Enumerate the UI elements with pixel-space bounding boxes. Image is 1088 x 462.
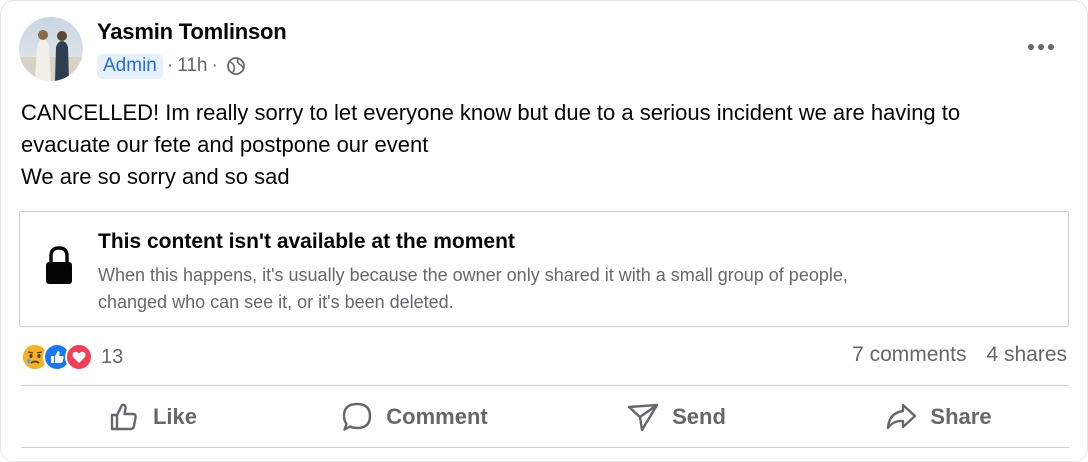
- author-name[interactable]: Yasmin Tomlinson: [97, 19, 287, 45]
- like-label: Like: [152, 404, 198, 429]
- divider: [21, 385, 1069, 386]
- shares-count-link[interactable]: 4 shares: [986, 343, 1067, 367]
- more-horizontal-icon: [1028, 44, 1054, 50]
- thumbs-up-icon: [110, 403, 137, 431]
- post-text-line: CANCELLED! Im really sorry to let everyo…: [21, 100, 961, 125]
- comments-count-link[interactable]: 7 comments: [852, 343, 966, 367]
- avatar[interactable]: [19, 17, 83, 81]
- like-button[interactable]: Like: [21, 387, 283, 447]
- globe-icon[interactable]: [226, 56, 246, 76]
- unavailable-content-box: This content isn't available at the mome…: [19, 211, 1069, 327]
- share-arrow-icon: [887, 403, 917, 430]
- comment-bubble-icon: [343, 402, 372, 431]
- meta-separator: ·: [166, 55, 174, 76]
- share-label: Share: [930, 404, 992, 429]
- engagement-counts: 7 comments 4 shares: [852, 343, 1067, 367]
- post-text-line: We are so sorry and so sad: [21, 164, 290, 189]
- post-text: CANCELLED! Im really sorry to let everyo…: [21, 97, 1071, 193]
- more-options-button[interactable]: [1021, 33, 1061, 61]
- meta-separator: ·: [211, 55, 218, 76]
- unavailable-title: This content isn't available at the mome…: [98, 230, 515, 253]
- reaction-summary[interactable]: 13: [21, 341, 123, 373]
- reaction-count: 13: [101, 345, 124, 368]
- love-reaction-icon: [65, 343, 93, 371]
- admin-badge[interactable]: Admin: [97, 53, 163, 79]
- lock-icon: [46, 246, 72, 284]
- post-card: Yasmin Tomlinson Admin · 11h · CANCELLED…: [0, 0, 1088, 462]
- share-button[interactable]: Share: [807, 387, 1069, 447]
- send-button[interactable]: Send: [545, 387, 807, 447]
- unavailable-description-line: changed who can see it, or it's been del…: [98, 292, 454, 312]
- divider: [21, 447, 1069, 448]
- comment-label: Comment: [386, 404, 488, 429]
- unavailable-description: When this happens, it's usually because …: [98, 262, 1058, 316]
- post-time[interactable]: 11h: [177, 55, 207, 77]
- unavailable-description-line: When this happens, it's usually because …: [98, 265, 848, 285]
- send-icon: [627, 403, 659, 432]
- post-meta: Admin · 11h ·: [97, 53, 246, 79]
- comment-button[interactable]: Comment: [283, 387, 545, 447]
- action-bar: Like Comment Send Share: [21, 387, 1069, 447]
- send-label: Send: [672, 404, 726, 429]
- post-text-line: evacuate our fete and postpone our event: [21, 132, 429, 157]
